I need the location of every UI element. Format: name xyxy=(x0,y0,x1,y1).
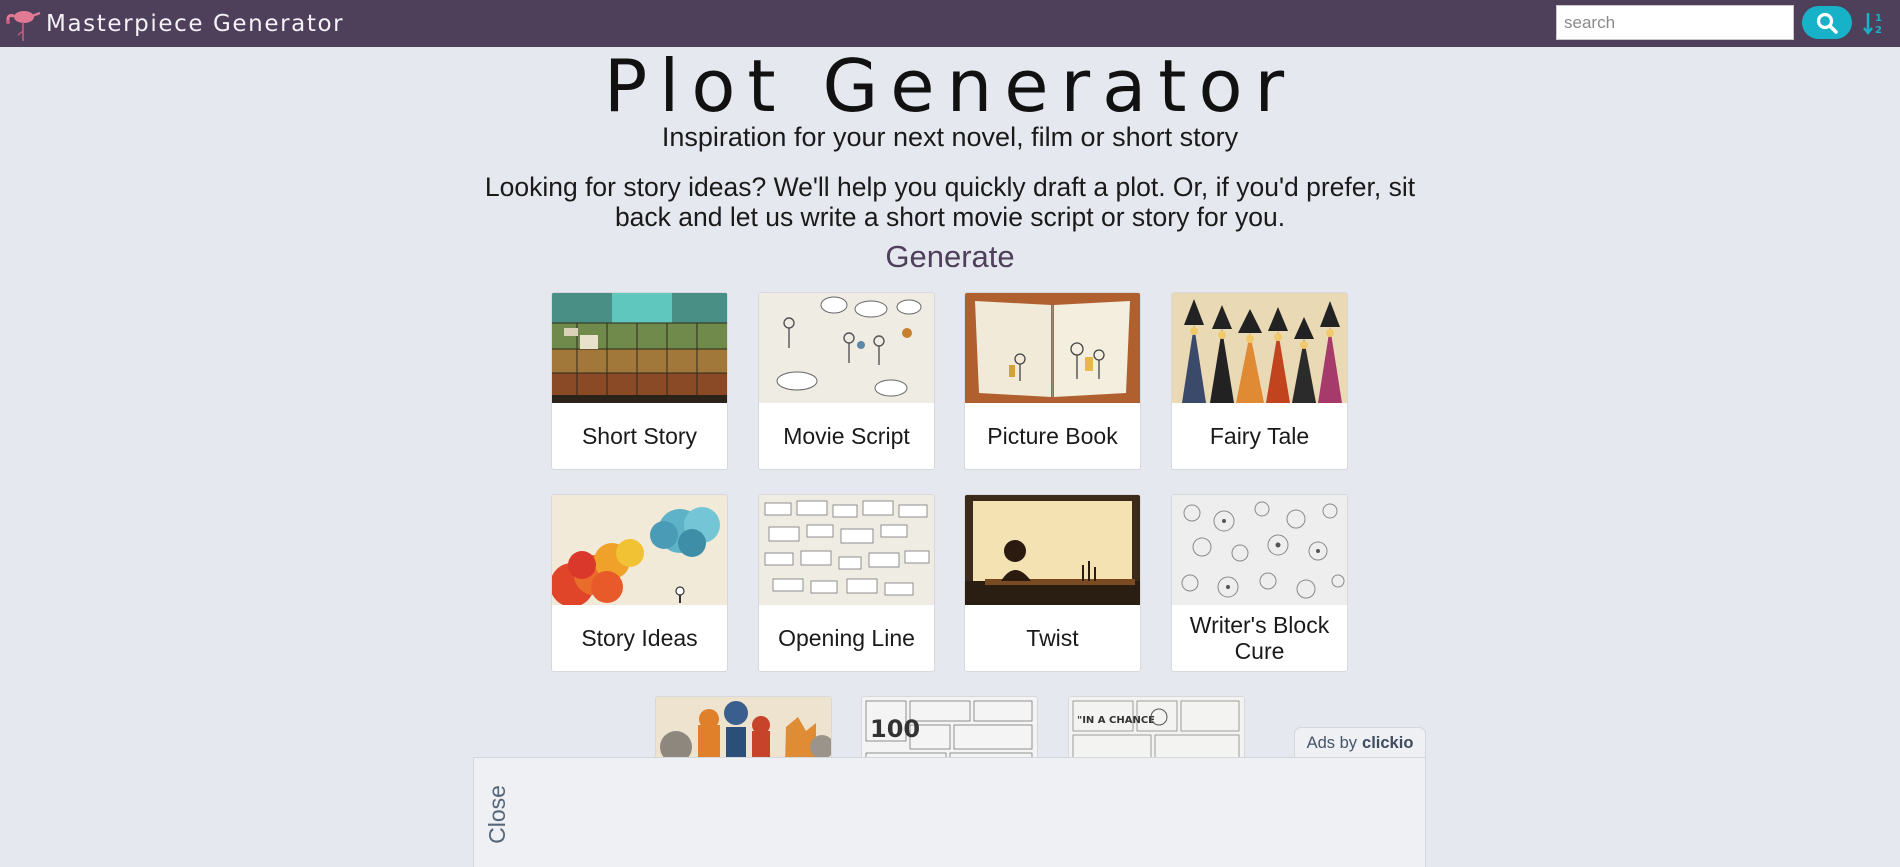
close-label: Close xyxy=(483,784,510,844)
doodles-thumbnail xyxy=(1172,495,1347,605)
card-fairy-tale[interactable]: Fairy Tale xyxy=(1171,292,1348,470)
ad-panel xyxy=(473,757,1426,867)
top-navbar: Masterpiece Generator 1 2 xyxy=(0,0,1900,47)
ads-by-label: Ads by xyxy=(1306,733,1358,752)
svg-text:1: 1 xyxy=(1875,13,1882,24)
card-label: Movie Script xyxy=(783,423,910,449)
witches-thumbnail xyxy=(1172,293,1347,403)
speech-bubbles-sketch-thumbnail xyxy=(759,293,934,403)
writer-at-desk-thumbnail xyxy=(965,495,1140,605)
colorful-cats-thumbnail xyxy=(656,697,831,766)
svg-text:"IN A CHANCE: "IN A CHANCE xyxy=(1077,715,1155,726)
intro-text: Looking for story ideas? We'll help you … xyxy=(484,172,1416,232)
card-label: Opening Line xyxy=(778,625,915,651)
flamingo-logo-icon xyxy=(6,10,41,41)
generate-heading: Generate xyxy=(885,239,1015,274)
card-movie-script[interactable]: Movie Script xyxy=(758,292,935,470)
svg-text:2: 2 xyxy=(1875,25,1882,36)
ads-by-clickio-tab[interactable]: Ads by clickio xyxy=(1294,727,1426,758)
brand-title: Masterpiece Generator xyxy=(46,10,345,37)
card-writers-block-cure[interactable]: Writer's Block Cure xyxy=(1171,494,1348,672)
page-title: Plot Generator xyxy=(603,44,1297,128)
newspaper-comic-thumbnail: "IN A CHANCE xyxy=(1069,697,1244,766)
search-input[interactable] xyxy=(1556,5,1794,40)
card-partial-2[interactable]: 100 xyxy=(861,696,1038,766)
card-partial-1[interactable] xyxy=(655,696,832,766)
card-partial-3[interactable]: "IN A CHANCE xyxy=(1068,696,1245,766)
card-label: Short Story xyxy=(581,423,698,449)
card-short-story[interactable]: Short Story xyxy=(551,292,728,470)
library-shelves-thumbnail xyxy=(552,293,727,403)
brand-link[interactable]: Masterpiece Generator xyxy=(0,0,344,47)
card-label: Twist xyxy=(1026,625,1079,651)
search-icon xyxy=(1816,12,1838,34)
sort-button[interactable]: 1 2 xyxy=(1862,9,1886,37)
comic-100-thumbnail: 100 xyxy=(862,697,1037,766)
card-twist[interactable]: Twist xyxy=(964,494,1141,672)
card-opening-line[interactable]: Opening Line xyxy=(758,494,935,672)
card-story-ideas[interactable]: Story Ideas xyxy=(551,494,728,672)
colorful-clouds-thumbnail xyxy=(552,495,727,605)
svg-text:100: 100 xyxy=(870,715,920,743)
close-ad-button[interactable]: Close xyxy=(484,784,510,844)
card-label: Story Ideas xyxy=(581,625,698,651)
search-button[interactable] xyxy=(1802,6,1852,39)
card-label: Writer's Block Cure xyxy=(1189,612,1330,664)
card-label: Picture Book xyxy=(987,423,1118,449)
notes-sketch-thumbnail xyxy=(759,495,934,605)
card-label: Fairy Tale xyxy=(1209,423,1310,449)
page-subtitle: Inspiration for your next novel, film or… xyxy=(661,122,1239,152)
ad-provider-label: clickio xyxy=(1362,733,1414,752)
card-picture-book[interactable]: Picture Book xyxy=(964,292,1141,470)
open-book-thumbnail xyxy=(965,293,1140,403)
sort-numeric-icon: 1 2 xyxy=(1863,13,1882,36)
